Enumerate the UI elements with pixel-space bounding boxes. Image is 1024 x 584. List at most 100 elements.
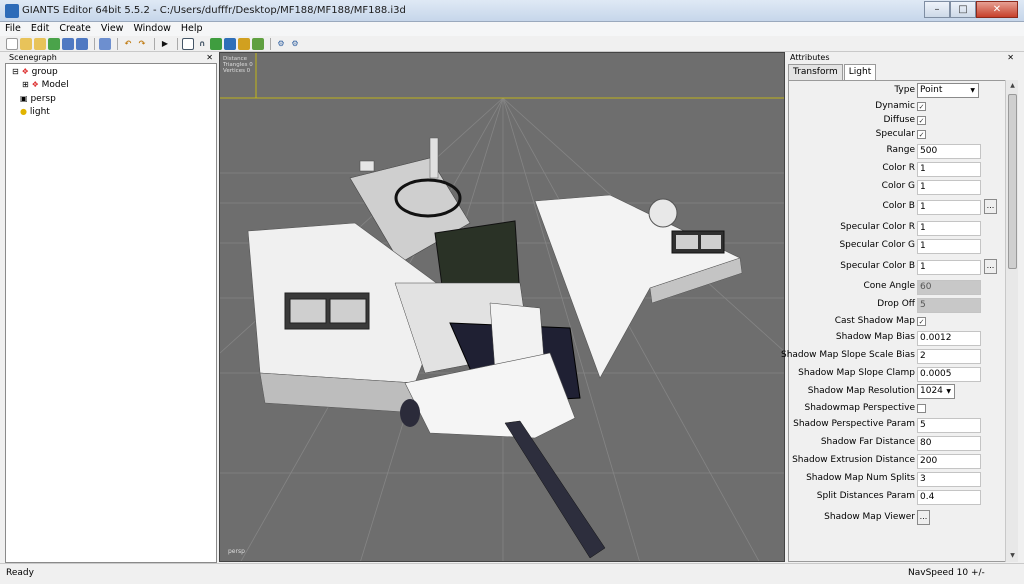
dropoff-input: 5 xyxy=(917,298,981,313)
color-g-input[interactable]: 1 xyxy=(917,180,981,195)
tree-node-model[interactable]: ⊞ ❖ Model xyxy=(22,79,69,91)
camera-icon: ▣ xyxy=(20,94,28,103)
cone-label: Cone Angle xyxy=(863,281,915,291)
import-icon[interactable] xyxy=(99,37,111,50)
terrain-icon[interactable] xyxy=(210,37,222,50)
far-input[interactable]: 80 xyxy=(917,436,981,451)
color-b-label: Color B xyxy=(882,201,915,211)
decal-icon[interactable] xyxy=(252,37,264,50)
menu-file[interactable]: File xyxy=(0,22,26,36)
tree-node-persp[interactable]: ▣ persp xyxy=(20,93,56,105)
perspective-checkbox[interactable] xyxy=(917,404,926,413)
reload-icon[interactable] xyxy=(48,37,60,50)
bias-input[interactable]: 0.0012 xyxy=(917,331,981,346)
tab-light[interactable]: Light xyxy=(843,64,877,81)
expand-icon[interactable]: ⊞ xyxy=(22,80,29,89)
maximize-button[interactable]: □ xyxy=(950,1,976,18)
spec-g-label: Specular Color G xyxy=(839,240,915,250)
resolution-select[interactable]: 1024 ▼ xyxy=(917,384,955,399)
spec-b-row: Specular Color B 1 ... xyxy=(789,259,1007,276)
specular-row: Specular ✓ xyxy=(789,127,1007,144)
clamp-row: Shadow Map Slope Clamp 0.0005 xyxy=(789,366,1007,383)
resolution-label: Shadow Map Resolution xyxy=(807,386,915,396)
splits-label: Shadow Map Num Splits xyxy=(806,473,915,483)
scroll-thumb[interactable] xyxy=(1008,94,1017,269)
menu-edit[interactable]: Edit xyxy=(26,22,54,36)
color-r-input[interactable]: 1 xyxy=(917,162,981,177)
cone-row: Cone Angle 60 xyxy=(789,279,1007,296)
color-r-label: Color R xyxy=(882,163,915,173)
range-label: Range xyxy=(886,145,915,155)
chevron-down-icon: ▼ xyxy=(970,87,975,94)
clamp-input[interactable]: 0.0005 xyxy=(917,367,981,382)
color-g-row: Color G 1 xyxy=(789,179,1007,196)
color-r-row: Color R 1 xyxy=(789,161,1007,178)
param-input[interactable]: 5 xyxy=(917,418,981,433)
tree-node-light[interactable]: ● light xyxy=(20,106,50,118)
specular-checkbox[interactable]: ✓ xyxy=(917,130,926,139)
viewer-label: Shadow Map Viewer xyxy=(824,512,915,522)
minimize-button[interactable]: – xyxy=(924,1,950,18)
attributes-scrollbar[interactable]: ▲ ▼ xyxy=(1005,80,1018,562)
spec-g-input[interactable]: 1 xyxy=(917,239,981,254)
3d-viewport[interactable]: Distance Triangles 0 Vertices 0 persp xyxy=(219,52,785,562)
spec-g-row: Specular Color G 1 xyxy=(789,238,1007,255)
cast-shadow-checkbox[interactable]: ✓ xyxy=(917,317,926,326)
paint-icon[interactable] xyxy=(224,37,236,50)
menu-bar: File Edit Create View Window Help xyxy=(0,22,1024,36)
settings-gear-icon[interactable]: ⚙ xyxy=(275,38,287,50)
spec-b-input[interactable]: 1 xyxy=(917,260,981,275)
close-button[interactable]: ✕ xyxy=(976,1,1018,18)
menu-window[interactable]: Window xyxy=(128,22,175,36)
cast-shadow-row: Cast Shadow Map ✓ xyxy=(789,314,1007,331)
cone-input: 60 xyxy=(917,280,981,295)
extrusion-label: Shadow Extrusion Distance xyxy=(792,455,915,465)
split-distances-input[interactable]: 0.4 xyxy=(917,490,981,505)
splits-input[interactable]: 3 xyxy=(917,472,981,487)
close-scenegraph-icon[interactable]: ✕ xyxy=(206,52,213,63)
color-picker-button[interactable]: ... xyxy=(984,199,997,214)
tab-transform[interactable]: Transform xyxy=(788,64,843,80)
play-icon[interactable]: ▶ xyxy=(159,38,171,50)
range-input[interactable]: 500 xyxy=(917,144,981,159)
undo-icon[interactable]: ↶ xyxy=(122,38,134,50)
menu-help[interactable]: Help xyxy=(176,22,208,36)
toolbar: ↶ ↷ ▶ ∩ ⚙ ⚙ xyxy=(0,36,1024,52)
scroll-up-icon[interactable]: ▲ xyxy=(1008,81,1017,91)
recent-folder-icon[interactable] xyxy=(34,37,46,50)
foliage-icon[interactable] xyxy=(238,37,250,50)
color-b-input[interactable]: 1 xyxy=(917,200,981,215)
save-icon[interactable] xyxy=(62,37,74,50)
scripts-gear-icon[interactable]: ⚙ xyxy=(289,38,301,50)
new-file-icon[interactable] xyxy=(6,37,18,50)
dropoff-label: Drop Off xyxy=(877,299,915,309)
viewport-stats: Distance Triangles 0 Vertices 0 xyxy=(223,56,253,74)
transform-group-icon: ❖ xyxy=(21,67,29,76)
shadow-map-viewer-button[interactable]: ... xyxy=(917,510,930,525)
bias-row: Shadow Map Bias 0.0012 xyxy=(789,330,1007,347)
param-label: Shadow Perspective Param xyxy=(793,419,915,429)
redo-icon[interactable]: ↷ xyxy=(136,38,148,50)
extrusion-input[interactable]: 200 xyxy=(917,454,981,469)
magnet-icon[interactable]: ∩ xyxy=(196,38,208,50)
far-label: Shadow Far Distance xyxy=(820,437,915,447)
type-select[interactable]: Point ▼ xyxy=(917,83,979,98)
diffuse-label: Diffuse xyxy=(883,115,915,125)
perspective-row: Shadowmap Perspective xyxy=(789,401,1007,418)
camera-name: persp xyxy=(228,548,245,555)
spec-r-input[interactable]: 1 xyxy=(917,221,981,236)
open-folder-icon[interactable] xyxy=(20,37,32,50)
menu-create[interactable]: Create xyxy=(54,22,96,36)
dynamic-checkbox[interactable]: ✓ xyxy=(917,102,926,111)
specular-color-picker-button[interactable]: ... xyxy=(984,259,997,274)
scenegraph-tree: ⊟ ❖ group ⊞ ❖ Model ▣ persp ● light xyxy=(5,63,217,563)
slope-input[interactable]: 2 xyxy=(917,349,981,364)
expand-icon[interactable]: ⊟ xyxy=(12,67,19,76)
tree-node-group[interactable]: ⊟ ❖ group xyxy=(12,66,58,78)
save-as-icon[interactable] xyxy=(76,37,88,50)
select-tool-icon[interactable] xyxy=(182,37,194,50)
menu-view[interactable]: View xyxy=(96,22,129,36)
transform-group-icon: ❖ xyxy=(31,80,39,89)
diffuse-checkbox[interactable]: ✓ xyxy=(917,116,926,125)
scroll-down-icon[interactable]: ▼ xyxy=(1008,551,1017,561)
